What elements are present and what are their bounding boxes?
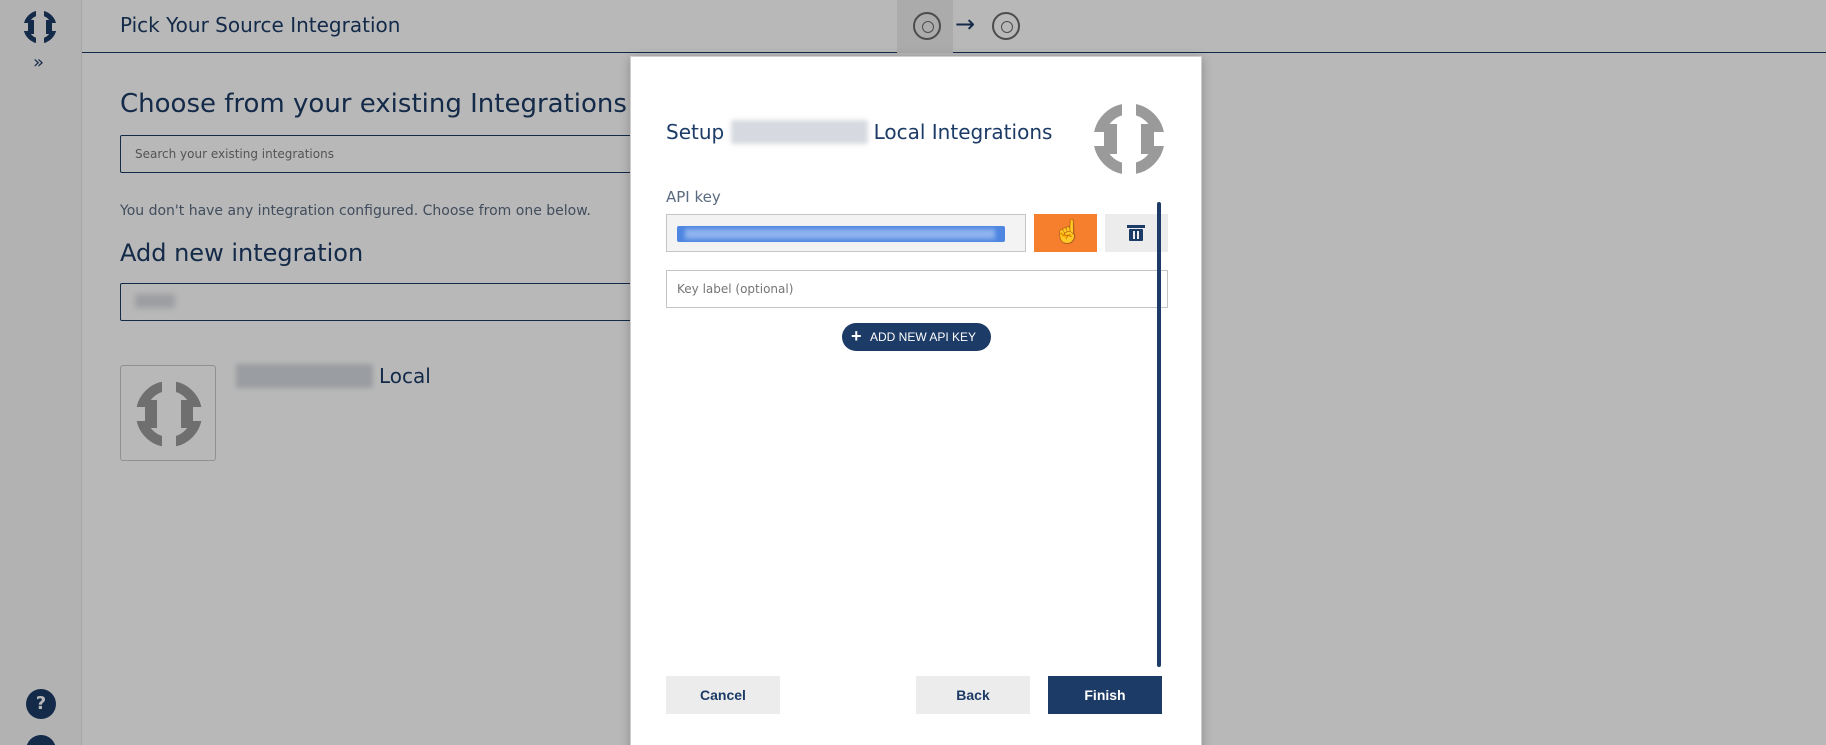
add-new-api-key-label: ADD NEW API KEY xyxy=(870,330,977,344)
copy-api-key-button[interactable]: ☝ xyxy=(1034,214,1097,252)
selected-api-key-text xyxy=(677,226,1005,242)
back-button[interactable]: Back xyxy=(916,676,1030,714)
cancel-button[interactable]: Cancel xyxy=(666,676,780,714)
modal-title: Setup XXXXXXXXXXLocal Integrations xyxy=(666,120,1052,144)
redacted-integration-name: XXXXXXXXXX xyxy=(730,120,868,144)
setup-integration-modal: Setup XXXXXXXXXXLocal Integrations API k… xyxy=(630,56,1202,745)
modal-title-suffix: Local Integrations xyxy=(873,120,1053,144)
api-key-field[interactable] xyxy=(666,214,1026,252)
modal-title-prefix: Setup xyxy=(666,120,725,144)
plus-icon: + xyxy=(851,326,862,346)
key-label-input[interactable] xyxy=(666,270,1168,308)
add-new-api-key-button[interactable]: + ADD NEW API KEY xyxy=(842,323,991,351)
integration-logo-icon xyxy=(1089,99,1169,179)
app-window: » ? Pick Your Source Integration → Choos… xyxy=(0,0,1826,745)
hand-cursor-icon: ☝ xyxy=(1054,219,1082,244)
modal-scrollbar[interactable] xyxy=(1157,202,1161,667)
finish-button[interactable]: Finish xyxy=(1048,676,1162,714)
trash-icon xyxy=(1127,225,1145,241)
api-key-label: API key xyxy=(666,188,721,206)
